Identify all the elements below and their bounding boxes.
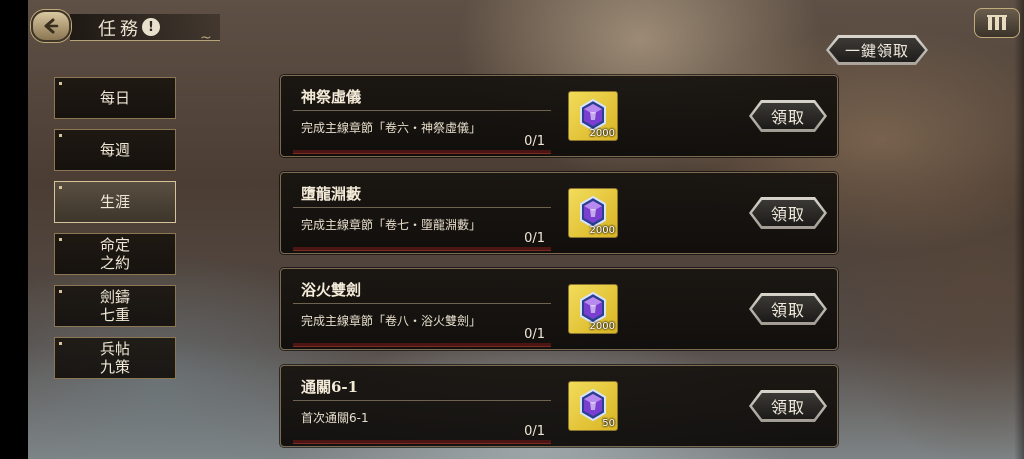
quest-card: 浴火雙劍 完成主線章節「卷八・浴火雙劍」 0/1 2000 領取 xyxy=(280,268,838,350)
purple-gem-icon xyxy=(580,291,606,325)
quest-card: 墮龍淵藪 完成主線章節「卷七・墮龍淵藪」 0/1 2000 領取 xyxy=(280,172,838,254)
quest-title-divider xyxy=(293,207,551,208)
tab-label: 生涯 xyxy=(99,193,130,211)
quest-progress-bar xyxy=(293,440,551,444)
purple-gem-icon xyxy=(580,98,606,132)
menu-grid-icon xyxy=(987,15,1007,30)
tab-weekly[interactable]: 每週 xyxy=(54,129,176,171)
tab-label: 命定 之約 xyxy=(99,236,130,272)
tab-corner-dot xyxy=(59,134,62,137)
back-button[interactable] xyxy=(31,10,71,42)
claim-button-label: 領取 xyxy=(752,393,824,419)
claim-button[interactable]: 領取 xyxy=(749,197,827,229)
quest-progress-bar xyxy=(293,247,551,251)
claim-button[interactable]: 領取 xyxy=(749,100,827,132)
back-arrow-icon xyxy=(44,18,59,34)
quest-title: 墮龍淵藪 xyxy=(301,185,362,203)
reward-item[interactable]: 50 xyxy=(568,381,618,431)
reward-item[interactable]: 2000 xyxy=(568,91,618,141)
reward-item[interactable]: 2000 xyxy=(568,284,618,334)
purple-gem-icon xyxy=(580,388,606,422)
quest-progress-text: 0/1 xyxy=(524,424,545,439)
quest-progress-bar xyxy=(293,343,551,347)
page-title: 任務 xyxy=(98,19,142,40)
header-swirl-ornament: ~ xyxy=(200,30,212,46)
claim-button-label: 領取 xyxy=(752,200,824,226)
tab-corner-dot xyxy=(59,82,62,85)
quest-progress-text: 0/1 xyxy=(524,327,545,342)
quest-progress-text: 0/1 xyxy=(524,231,545,246)
quest-title-divider xyxy=(293,110,551,111)
claim-all-label: 一鍵領取 xyxy=(829,38,925,62)
tab-corner-dot xyxy=(59,290,62,293)
tab-sword-forge[interactable]: 劍鑄 七重 xyxy=(54,285,176,327)
reward-count: 50 xyxy=(602,418,615,429)
menu-button[interactable] xyxy=(974,8,1020,38)
tab-corner-dot xyxy=(59,238,62,241)
reward-count: 2000 xyxy=(589,128,615,139)
tab-corner-dot xyxy=(59,186,62,189)
quest-title: 神祭虛儀 xyxy=(301,88,362,106)
quest-title-divider xyxy=(293,400,551,401)
tab-label: 每日 xyxy=(99,89,130,107)
reward-count: 2000 xyxy=(589,321,615,332)
quest-title: 浴火雙劍 xyxy=(301,281,362,299)
purple-gem-icon xyxy=(580,195,606,229)
reward-count: 2000 xyxy=(589,225,615,236)
quest-progress-text: 0/1 xyxy=(524,134,545,149)
quest-description: 完成主線章節「卷八・浴火雙劍」 xyxy=(301,314,482,328)
claim-button-label: 領取 xyxy=(752,103,824,129)
tab-label: 兵帖 九策 xyxy=(99,340,130,376)
reward-item[interactable]: 2000 xyxy=(568,188,618,238)
tab-career[interactable]: 生涯 xyxy=(54,181,176,223)
claim-button-label: 領取 xyxy=(752,296,824,322)
tab-label: 每週 xyxy=(99,141,130,159)
claim-button[interactable]: 領取 xyxy=(749,390,827,422)
right-edge-shade xyxy=(1014,0,1024,459)
info-icon[interactable]: ! xyxy=(142,18,160,36)
tab-corner-dot xyxy=(59,342,62,345)
tab-label: 劍鑄 七重 xyxy=(99,288,130,324)
tab-destined-pact[interactable]: 命定 之約 xyxy=(54,233,176,275)
left-edge-shade xyxy=(0,0,28,459)
quest-title: 通關6-1 xyxy=(301,378,359,396)
tab-war-strategy[interactable]: 兵帖 九策 xyxy=(54,337,176,379)
quest-description: 完成主線章節「卷七・墮龍淵藪」 xyxy=(301,218,482,232)
quest-card: 神祭虛儀 完成主線章節「卷六・神祭虛儀」 0/1 2000 領取 xyxy=(280,75,838,157)
quest-title-divider xyxy=(293,303,551,304)
quest-description: 完成主線章節「卷六・神祭虛儀」 xyxy=(301,121,482,135)
quest-description: 首次通關6-1 xyxy=(301,411,369,425)
quest-progress-bar xyxy=(293,150,551,154)
claim-all-button[interactable]: 一鍵領取 xyxy=(826,35,928,65)
quest-card: 通關6-1 首次通關6-1 0/1 50 領取 xyxy=(280,365,838,447)
claim-button[interactable]: 領取 xyxy=(749,293,827,325)
tab-daily[interactable]: 每日 xyxy=(54,77,176,119)
